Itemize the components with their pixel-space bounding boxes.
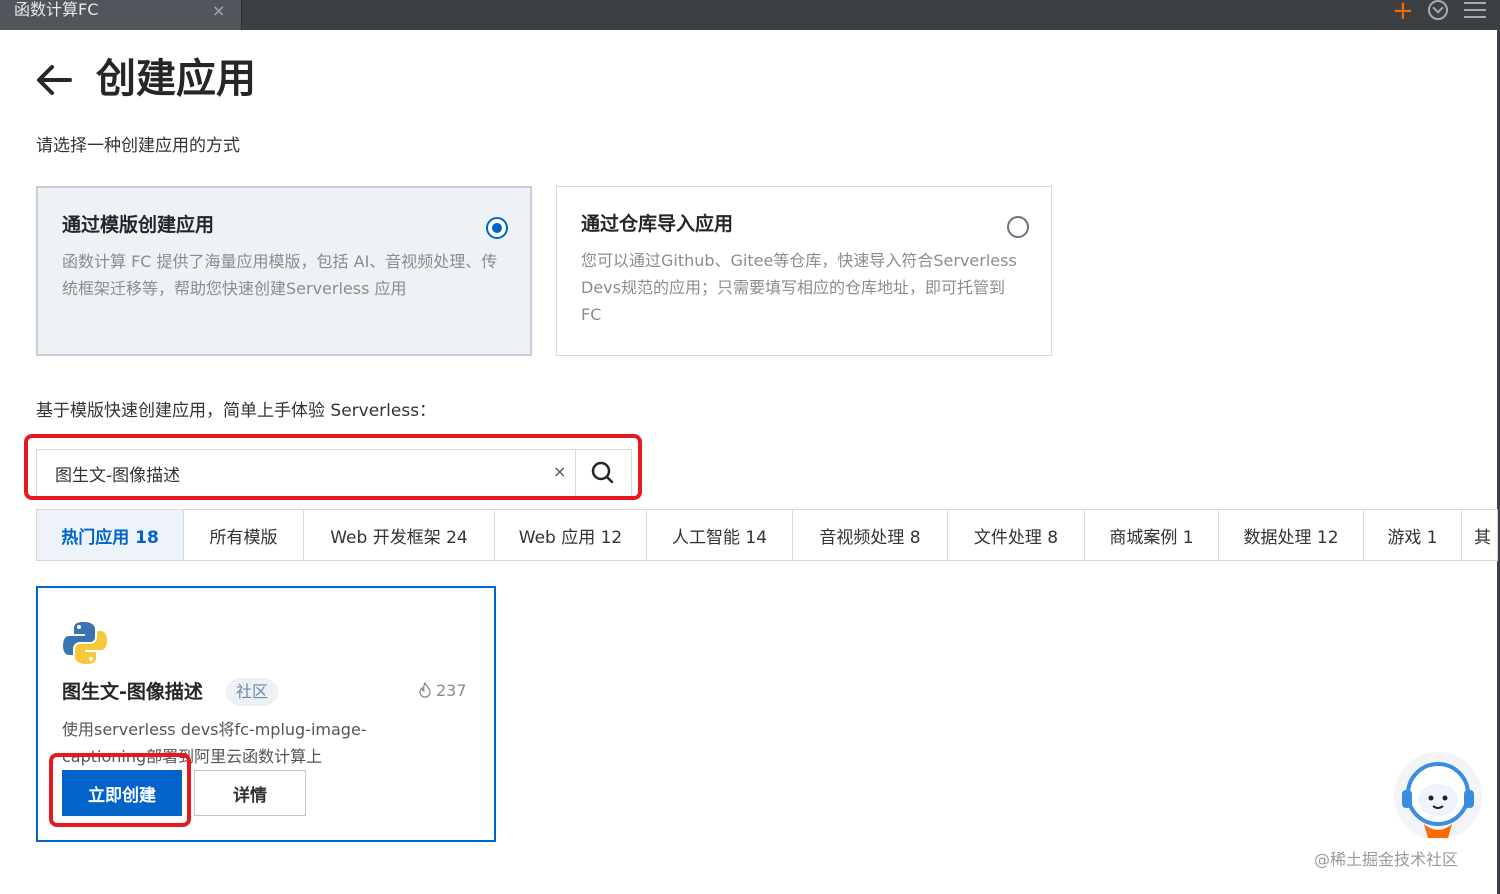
tab-other[interactable]: 其 bbox=[1462, 510, 1498, 560]
assistant-avatar[interactable] bbox=[1394, 752, 1482, 840]
tab-hot-apps[interactable]: 热门应用 18 bbox=[37, 510, 184, 560]
method-card-template[interactable]: 通过模版创建应用 函数计算 FC 提供了海量应用模版，包括 AI、音视频处理、传… bbox=[36, 186, 532, 356]
plus-icon[interactable]: + bbox=[1392, 0, 1414, 24]
watermark: @稀土掘金技术社区 bbox=[1314, 850, 1459, 869]
method-card-repository[interactable]: 通过仓库导入应用 您可以通过Github、Gitee等仓库，快速导入符合Serv… bbox=[556, 186, 1052, 356]
template-hint: 基于模版快速创建应用，简单上手体验 Serverless： bbox=[36, 401, 437, 421]
radio-unselected-icon[interactable] bbox=[1007, 216, 1029, 238]
tab-mall-cases[interactable]: 商城案例 1 bbox=[1085, 510, 1219, 560]
tab-web-framework[interactable]: Web 开发框架 24 bbox=[304, 510, 495, 560]
create-button-highlight-box bbox=[49, 753, 191, 827]
fire-icon bbox=[419, 682, 431, 698]
community-badge: 社区 bbox=[226, 678, 279, 706]
chevron-circle-icon[interactable] bbox=[1428, 0, 1448, 20]
browser-tab[interactable]: 函数计算FC × bbox=[0, 0, 242, 30]
tab-data-processing[interactable]: 数据处理 12 bbox=[1219, 510, 1364, 560]
tab-web-apps[interactable]: Web 应用 12 bbox=[495, 510, 647, 560]
hot-count: 237 bbox=[418, 680, 467, 702]
tab-ai[interactable]: 人工智能 14 bbox=[647, 510, 793, 560]
page-title: 创建应用 bbox=[96, 56, 256, 102]
tab-close-icon[interactable]: × bbox=[212, 3, 225, 19]
details-button[interactable]: 详情 bbox=[194, 770, 306, 816]
tab-games[interactable]: 游戏 1 bbox=[1364, 510, 1462, 560]
method-description: 您可以通过Github、Gitee等仓库，快速导入符合Serverless De… bbox=[581, 251, 1017, 324]
tab-file-processing[interactable]: 文件处理 8 bbox=[948, 510, 1085, 560]
window-titlebar: 函数计算FC × + bbox=[0, 0, 1500, 30]
method-title: 通过仓库导入应用 bbox=[581, 213, 734, 235]
radio-selected-icon[interactable] bbox=[486, 217, 508, 239]
python-icon bbox=[63, 622, 107, 664]
category-tabs: 热门应用 18 所有模版 Web 开发框架 24 Web 应用 12 人工智能 … bbox=[36, 509, 1498, 561]
menu-icon[interactable] bbox=[1464, 2, 1486, 18]
robot-assistant-icon bbox=[1402, 762, 1474, 838]
method-title: 通过模版创建应用 bbox=[62, 214, 215, 236]
template-title: 图生文-图像描述 bbox=[62, 681, 203, 703]
tab-all-templates[interactable]: 所有模版 bbox=[184, 510, 304, 560]
search-highlight-box bbox=[24, 434, 642, 500]
tab-title: 函数计算FC bbox=[14, 0, 99, 19]
page-subtitle: 请选择一种创建应用的方式 bbox=[36, 136, 240, 156]
back-arrow-icon[interactable] bbox=[34, 62, 74, 98]
hot-count-value: 237 bbox=[436, 681, 467, 700]
tab-audio-video[interactable]: 音视频处理 8 bbox=[793, 510, 948, 560]
method-description: 函数计算 FC 提供了海量应用模版，包括 AI、音视频处理、传统框架迁移等，帮助… bbox=[62, 252, 498, 298]
